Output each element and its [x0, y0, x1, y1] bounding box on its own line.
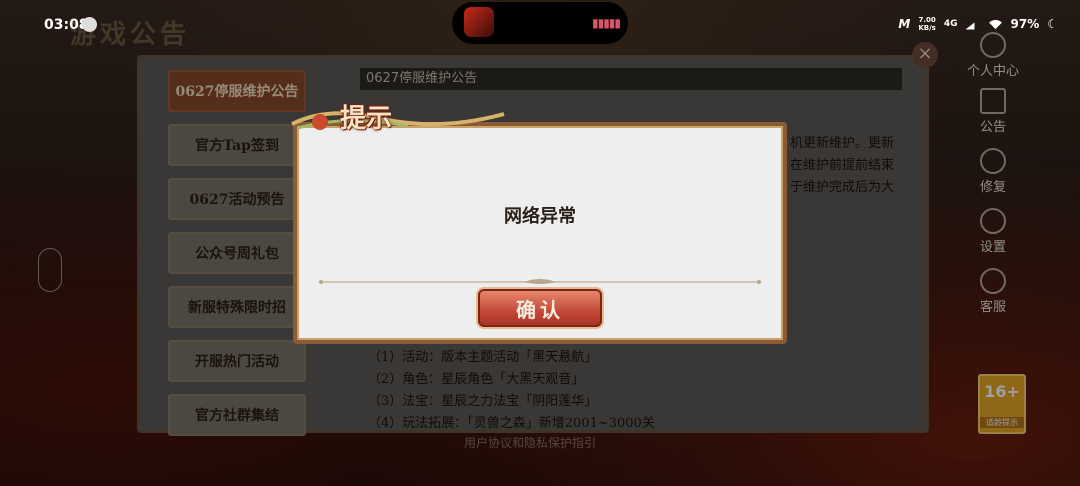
dynamic-island[interactable]: ▮▮▮▮▮	[452, 2, 628, 44]
battery-percent: 97%	[1010, 17, 1040, 31]
notification-icon	[82, 17, 97, 32]
status-right-group: 𝙈 7.00 KB/s 4G 97% ☾	[898, 16, 1058, 32]
cloud-swirl-icon	[291, 111, 505, 130]
status-bar: 03:08 ▮▮▮▮▮ 𝙈 7.00 KB/s 4G 97% ☾	[0, 0, 1080, 48]
app-icon	[464, 7, 494, 37]
dialog-message: 网络异常	[504, 206, 576, 227]
moon-icon: ☾	[1047, 17, 1058, 31]
network-speed: 7.00 KB/s	[918, 16, 936, 32]
dialog-title-ornament: 提示	[288, 96, 508, 140]
network-type: 4G	[943, 19, 958, 29]
confirm-button[interactable]: 确认	[478, 289, 602, 327]
signal-icon	[965, 18, 980, 30]
nfc-icon: 𝙈	[898, 17, 911, 31]
audio-wave-icon: ▮▮▮▮▮	[592, 16, 621, 30]
dialog-title: 提示	[340, 104, 393, 134]
wifi-icon	[988, 19, 1002, 29]
dialog-divider	[319, 279, 761, 284]
